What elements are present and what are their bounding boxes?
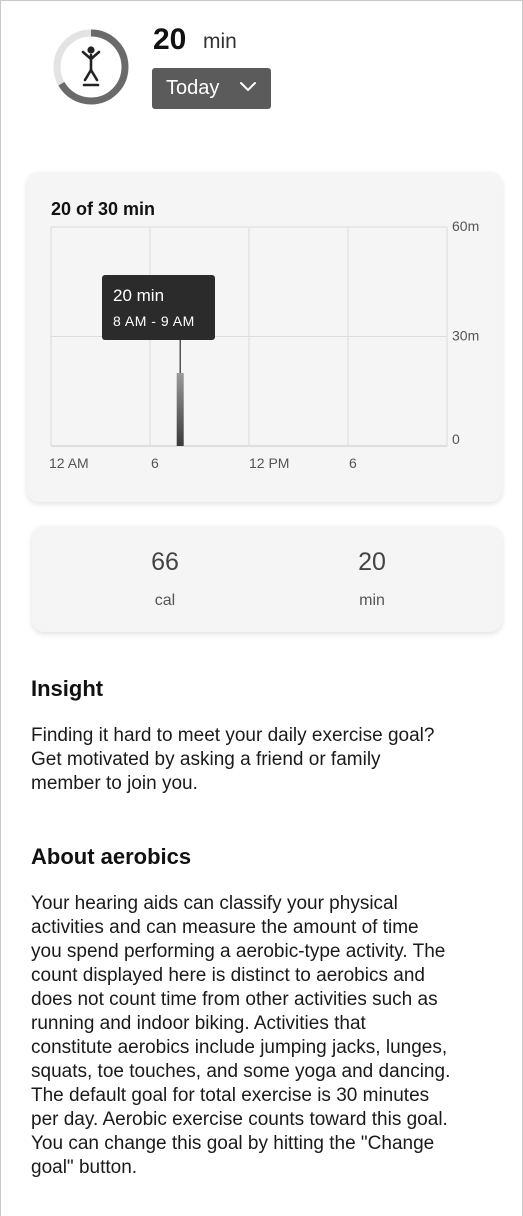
about-text: Your hearing aids can classify your phys…: [31, 892, 509, 1180]
y-tick-label: 0: [452, 431, 460, 447]
insight-heading: Insight: [31, 676, 104, 701]
tooltip-value: 20 min: [113, 286, 164, 305]
activity-chart[interactable]: 60m 30m 0 12 AM 6 12 PM 6 20 min 8 AM - 9 AM: [27, 172, 502, 502]
about-line: squats, toe touches, and some yoga and d…: [31, 1061, 451, 1082]
about-line: goal" button.: [31, 1157, 138, 1178]
about-line: per day. Aerobic exercise counts toward …: [31, 1109, 448, 1130]
about-line: You can change this goal by hitting the …: [31, 1133, 435, 1154]
about-line: Your hearing aids can classify your phys…: [31, 893, 398, 914]
about-line: you spend performing a aerobic-type acti…: [31, 941, 446, 962]
minutes-unit: min: [359, 592, 385, 609]
summary-unit: min: [203, 30, 237, 53]
insight-text: Finding it hard to meet your daily exerc…: [31, 724, 509, 796]
insight-line: member to join you.: [31, 773, 198, 794]
stats-card: 66 cal 20 min: [32, 526, 502, 632]
summary-value: 20: [153, 23, 187, 56]
tooltip-range: 8 AM - 9 AM: [113, 313, 195, 329]
calories-value: 66: [151, 548, 179, 576]
y-tick-label: 30m: [452, 328, 479, 344]
jumping-jack-icon: [81, 46, 101, 87]
y-tick-label: 60m: [452, 218, 479, 234]
x-tick-label: 6: [151, 455, 159, 471]
chevron-down-icon: [240, 82, 256, 91]
chart-card: 20 of 30 min 60m 30m 0 12 AM 6 12 PM 6 20 min 8 …: [27, 172, 502, 502]
about-line: activities and can measure the amount of…: [31, 917, 419, 938]
minutes-value: 20: [358, 548, 386, 576]
range-dropdown[interactable]: Today: [152, 68, 271, 109]
x-tick-label: 12 AM: [49, 455, 89, 471]
chart-bar: [176, 373, 184, 446]
about-line: constitute aerobics include jumping jack…: [31, 1037, 448, 1058]
activity-ring: [53, 29, 129, 105]
insight-line: Finding it hard to meet your daily exerc…: [31, 725, 435, 746]
about-line: running and indoor biking. Activities th…: [31, 1013, 366, 1034]
insight-line: Get motivated by asking a friend or fami…: [31, 749, 381, 770]
about-heading: About aerobics: [31, 844, 192, 869]
about-line: count displayed here is distinct to aero…: [31, 965, 425, 986]
x-tick-label: 6: [349, 455, 357, 471]
about-line: does not count time from other activitie…: [31, 989, 438, 1010]
about-line: The default goal for total exercise is 3…: [31, 1085, 430, 1106]
range-label: Today: [166, 77, 220, 99]
x-tick-label: 12 PM: [249, 455, 289, 471]
chart-tooltip: [102, 275, 215, 340]
calories-unit: cal: [154, 592, 176, 609]
